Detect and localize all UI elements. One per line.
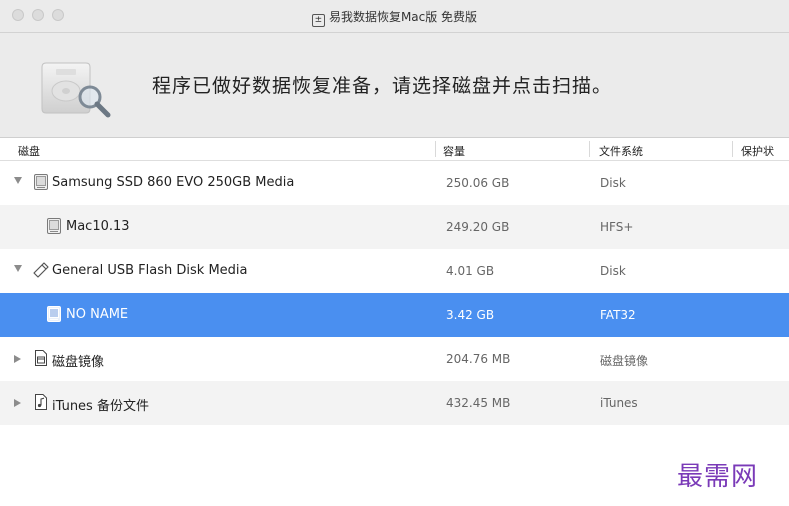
header-message: 程序已做好数据恢复准备，请选择磁盘并点击扫描。 xyxy=(152,75,613,97)
drive-icon xyxy=(47,218,61,234)
disk-filesystem: iTunes xyxy=(600,396,638,410)
window-title-text: 易我数据恢复Mac版 免费版 xyxy=(328,10,478,24)
column-header-capacity[interactable]: 容量 xyxy=(443,143,465,159)
column-divider[interactable] xyxy=(435,141,436,157)
disclosure-triangle-icon[interactable] xyxy=(14,177,22,184)
disk-filesystem: HFS+ xyxy=(600,220,634,234)
disk-name: Samsung SSD 860 EVO 250GB Media xyxy=(52,175,295,190)
table-row[interactable]: General USB Flash Disk Media 4.01 GB Dis… xyxy=(0,249,789,293)
drive-icon xyxy=(34,174,48,190)
disclosure-triangle-icon[interactable] xyxy=(14,355,21,363)
disk-name: NO NAME xyxy=(66,307,129,322)
disk-capacity: 3.42 GB xyxy=(446,308,495,322)
column-header-disk[interactable]: 磁盘 xyxy=(18,143,40,159)
disk-name: 磁盘镜像 xyxy=(52,355,105,370)
table-header: 磁盘 容量 文件系统 保护状 xyxy=(0,138,789,161)
disk-capacity: 250.06 GB xyxy=(446,176,510,190)
disk-name: Mac10.13 xyxy=(66,219,130,234)
column-header-protection[interactable]: 保护状 xyxy=(741,143,774,159)
app-icon: ± xyxy=(311,14,325,27)
column-divider[interactable] xyxy=(732,141,733,157)
disclosure-triangle-icon[interactable] xyxy=(14,265,22,272)
disk-filesystem: Disk xyxy=(600,176,626,190)
table-row[interactable]: Mac10.13 249.20 GB HFS+ xyxy=(0,205,789,249)
usb-icon xyxy=(33,262,49,278)
disk-filesystem: 磁盘镜像 xyxy=(600,354,649,368)
disk-name: General USB Flash Disk Media xyxy=(52,263,248,278)
disk-name: iTunes 备份文件 xyxy=(52,399,149,414)
column-header-filesystem[interactable]: 文件系统 xyxy=(599,143,643,159)
window-titlebar: ± 易我数据恢复Mac版 免费版 xyxy=(0,0,789,33)
hard-drive-search-icon xyxy=(41,62,111,118)
disk-filesystem: FAT32 xyxy=(600,308,636,322)
window-title: ± 易我数据恢复Mac版 免费版 xyxy=(0,8,789,27)
disk-filesystem: Disk xyxy=(600,264,626,278)
disk-image-icon xyxy=(35,350,47,366)
welcome-header: 程序已做好数据恢复准备，请选择磁盘并点击扫描。 xyxy=(0,33,789,138)
disk-capacity: 4.01 GB xyxy=(446,264,495,278)
disclosure-triangle-icon[interactable] xyxy=(14,399,21,407)
disk-capacity: 249.20 GB xyxy=(446,220,510,234)
disk-capacity: 432.45 MB xyxy=(446,396,511,410)
table-row[interactable]: iTunes 备份文件 432.45 MB iTunes xyxy=(0,381,789,425)
watermark-logo: 最需网 xyxy=(677,462,759,492)
column-divider[interactable] xyxy=(589,141,590,157)
table-row-selected[interactable]: NO NAME 3.42 GB FAT32 xyxy=(0,293,789,337)
table-row[interactable]: 磁盘镜像 204.76 MB 磁盘镜像 xyxy=(0,337,789,381)
drive-icon xyxy=(47,306,61,322)
music-file-icon xyxy=(35,394,47,410)
disk-capacity: 204.76 MB xyxy=(446,352,511,366)
table-row[interactable]: Samsung SSD 860 EVO 250GB Media 250.06 G… xyxy=(0,161,789,205)
